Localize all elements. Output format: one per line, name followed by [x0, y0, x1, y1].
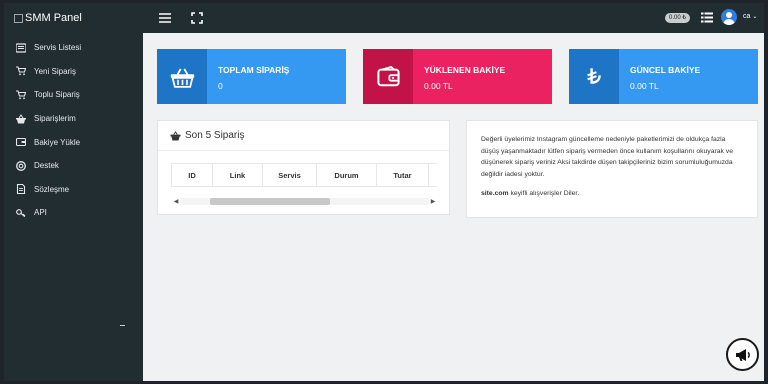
scroll-right-icon[interactable]: ▶: [429, 198, 437, 205]
sidebar-item-label: Toplu Sipariş: [34, 90, 80, 100]
sidebar-item-api[interactable]: API: [4, 201, 143, 225]
document-icon: [15, 184, 26, 195]
column-header[interactable]: Servis: [262, 163, 317, 187]
stat-label: TOPLAM SİPARİŞ: [218, 65, 290, 75]
stat-card-loaded-balance: YÜKLENEN BAKİYE 0.00 TL: [363, 49, 552, 104]
cart-icon: [15, 90, 26, 100]
column-header[interactable]: ID: [171, 163, 213, 187]
closing-text: keyifli alışverişler Diler.: [508, 190, 580, 197]
panel-title: Son 5 Sipariş: [185, 130, 245, 141]
lifebuoy-icon: [15, 160, 26, 171]
column-header[interactable]: Link: [212, 163, 263, 187]
column-header: [428, 163, 437, 187]
balance-badge[interactable]: 0.00 ₺: [665, 13, 691, 23]
sidebar-item-destek[interactable]: Destek: [4, 154, 143, 178]
megaphone-icon: [735, 348, 750, 361]
column-header[interactable]: Durum: [316, 163, 377, 187]
brand-name: SMM Panel: [25, 12, 82, 24]
stat-value: 0.00 TL: [424, 81, 453, 91]
announcement-text: Değerli üyelerimiz Instagram güncelleme …: [481, 136, 733, 178]
announcement-footer: site.com keyifli alışverişler Diler.: [481, 188, 741, 200]
sidebar-nav: Servis Listesi Yeni Sipariş Toplu Sipari…: [4, 36, 143, 225]
sidebar-item-label: API: [34, 208, 47, 218]
basket-icon: [15, 113, 26, 124]
wallet-icon: [15, 137, 26, 147]
basket-icon: [157, 49, 207, 104]
scrollbar-thumb[interactable]: [210, 197, 330, 205]
stat-card-total-orders: TOPLAM SİPARİŞ 0: [157, 49, 346, 104]
sidebar-item-label: Destek: [34, 161, 59, 171]
horizontal-scrollbar[interactable]: ◀ ▶: [172, 196, 437, 206]
cart-icon: [15, 66, 26, 76]
user-avatar-icon[interactable]: [721, 9, 737, 25]
panel-header: Son 5 Sipariş: [158, 121, 449, 151]
expand-icon: [191, 12, 203, 24]
announcement-panel: Değerli üyelerimiz Instagram güncelleme …: [466, 120, 758, 218]
app-window: SMM Panel Servis Listesi Yeni Sipariş To…: [4, 3, 764, 381]
stat-value: 0.00 TL: [630, 81, 659, 91]
fullscreen-button[interactable]: [190, 11, 204, 25]
menu-toggle-button[interactable]: [158, 11, 172, 25]
stat-value: 0: [218, 81, 223, 91]
hamburger-icon: [159, 13, 171, 23]
table-header-row: ID Link Servis Durum Tutar: [171, 163, 437, 187]
sidebar-item-siparislerim[interactable]: Siparişlerim: [4, 107, 143, 131]
column-header[interactable]: Tutar: [376, 163, 429, 187]
sidebar-item-label: Sözleşme: [34, 184, 70, 194]
key-icon: [15, 208, 26, 218]
sidebar-item-label: Servis Listesi: [34, 43, 82, 53]
stat-label: GÜNCEL BAKİYE: [630, 65, 701, 75]
top-navbar: 0.00 ₺ ca ⌄: [143, 3, 764, 33]
stat-label: YÜKLENEN BAKİYE: [424, 65, 506, 75]
wallet-icon: [363, 49, 413, 104]
sidebar-item-label: Yeni Sipariş: [34, 66, 76, 76]
user-menu[interactable]: ca ⌄: [743, 13, 757, 20]
scroll-left-icon[interactable]: ◀: [172, 198, 180, 205]
sidebar-item-label: Bakiye Yükle: [34, 137, 81, 147]
sidebar-item-sozlesme[interactable]: Sözleşme: [4, 178, 143, 202]
site-name: site.com: [481, 190, 509, 197]
broken-image-icon: [14, 13, 23, 23]
list-view-icon[interactable]: [701, 12, 713, 23]
lira-icon: [569, 49, 619, 104]
chevron-down-icon: ⌄: [752, 14, 758, 20]
orders-table: ID Link Servis Durum Tutar: [171, 163, 437, 187]
sidebar-item-label: Siparişlerim: [34, 114, 76, 124]
announcements-button[interactable]: [726, 338, 759, 371]
stat-card-current-balance: GÜNCEL BAKİYE 0.00 TL: [569, 49, 758, 104]
list-icon: [15, 43, 26, 53]
sidebar-item-bakiye-yukle[interactable]: Bakiye Yükle: [4, 130, 143, 154]
sidebar: SMM Panel Servis Listesi Yeni Sipariş To…: [4, 3, 143, 381]
sidebar-item-servis-listesi[interactable]: Servis Listesi: [4, 36, 143, 60]
basket-icon: [170, 130, 181, 141]
sidebar-collapse-handle[interactable]: [120, 325, 125, 326]
sidebar-item-toplu-siparis[interactable]: Toplu Sipariş: [4, 83, 143, 107]
sidebar-item-yeni-siparis[interactable]: Yeni Sipariş: [4, 60, 143, 84]
user-name: ca: [743, 13, 751, 20]
brand-logo[interactable]: SMM Panel: [4, 3, 143, 33]
